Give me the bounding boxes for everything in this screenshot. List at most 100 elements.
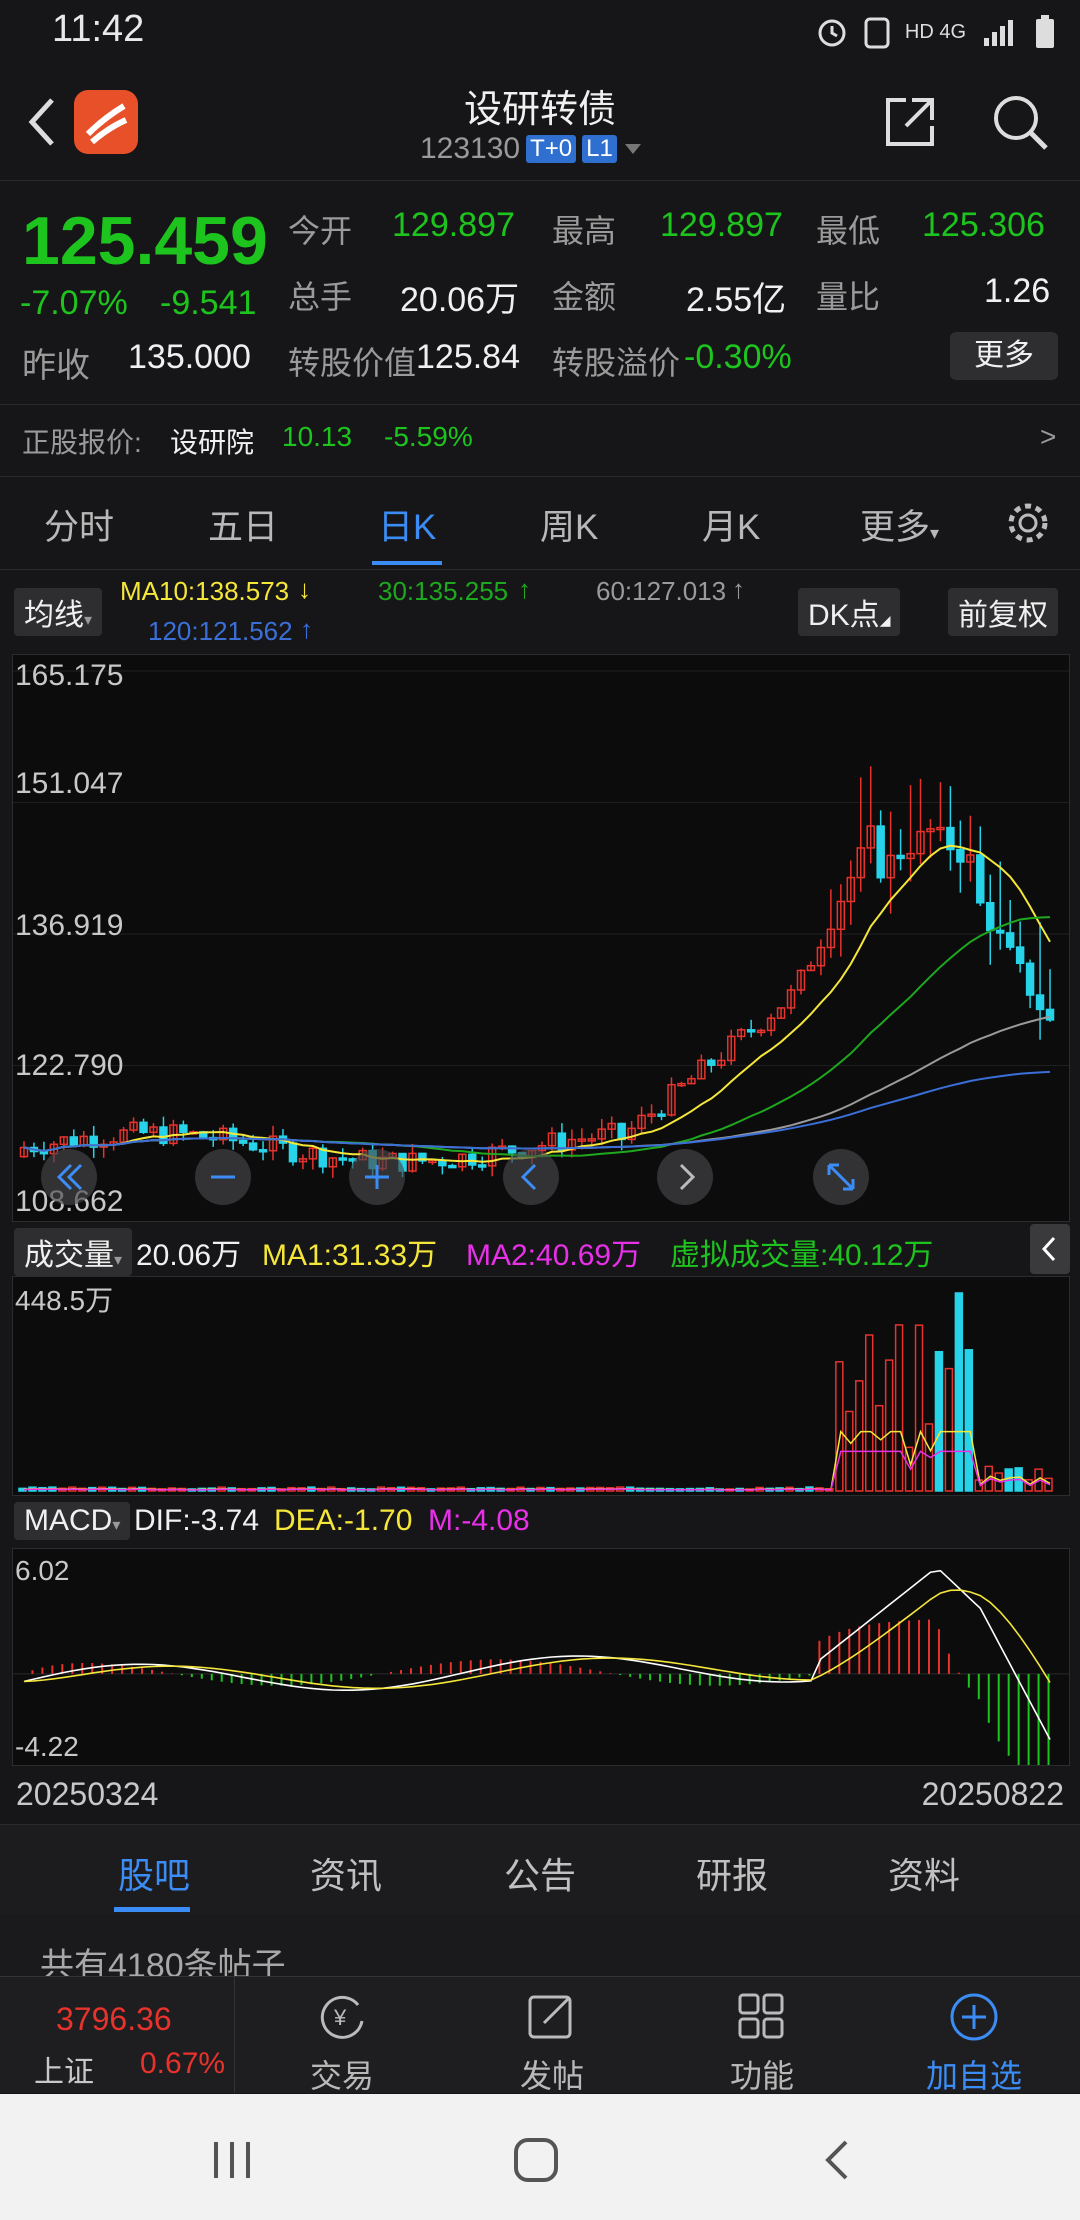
recent-apps-icon[interactable] <box>208 2138 258 2182</box>
search-icon[interactable] <box>990 92 1050 152</box>
premium-label: 转股溢价 <box>552 345 681 381</box>
volume-bar <box>934 1350 944 1492</box>
ma30-up-arrow-icon: ↑ <box>518 574 531 604</box>
candle-body <box>746 1029 756 1033</box>
volume-ma1: MA1:31.33万 <box>262 1239 438 1272</box>
chevron-left-icon <box>520 1163 537 1191</box>
chevron-left-icon <box>1041 1236 1056 1262</box>
kline-y-label-2: 151.047 <box>15 767 124 800</box>
battery-icon <box>1036 15 1054 48</box>
tab-five-day[interactable]: 五日 <box>208 499 278 550</box>
volume-virtual: 虚拟成交量:40.12万 <box>670 1239 934 1272</box>
volume-bar <box>954 1292 964 1492</box>
macd-chart[interactable]: 6.02 -4.22 <box>12 1548 1070 1766</box>
nav-functions-label: 功能 <box>729 2058 794 2094</box>
candle-body <box>69 1136 79 1147</box>
tab-monthly-k[interactable]: 月K <box>702 499 760 550</box>
date-end: 20250822 <box>921 1776 1064 1812</box>
volume-bar <box>884 1359 894 1492</box>
status-time: 11:42 <box>52 8 145 50</box>
tab-daily-k[interactable]: 日K <box>378 499 436 550</box>
ratio-label: 量比 <box>816 279 881 315</box>
ma30-value: 30:135.255 <box>378 576 509 606</box>
macd-legend: MACD▾ DIF:-3.74 DEA:-1.70 M:-4.08 <box>0 1496 1080 1548</box>
tab-news[interactable]: 资讯 <box>310 1847 382 1899</box>
candle-body <box>288 1142 298 1163</box>
index-widget[interactable]: 3796.36 上证 0.67% <box>0 1977 235 2093</box>
plus-circle-icon <box>950 1993 998 2041</box>
recycle-icon <box>864 17 890 49</box>
kline-y-label-1: 165.175 <box>15 659 124 692</box>
volume-chart[interactable]: 448.5万 <box>12 1276 1070 1496</box>
tab-research[interactable]: 研报 <box>696 1847 768 1899</box>
volume-bar <box>964 1349 974 1492</box>
tab-profile[interactable]: 资料 <box>888 1847 960 1899</box>
nav-functions[interactable]: 功能 <box>702 1991 822 2097</box>
amount-label: 金额 <box>552 279 617 315</box>
more-button[interactable]: 更多 <box>950 332 1058 380</box>
ma-selector[interactable]: 均线▾ <box>14 588 103 636</box>
scroll-left-button[interactable] <box>503 1149 559 1205</box>
index-name: 上证 <box>34 2056 94 2089</box>
badge-t0: T+0 <box>526 135 577 163</box>
nav-add-watchlist[interactable]: 加自选 <box>914 1991 1034 2097</box>
post-count-row: 共有4180条帖子 <box>0 1914 1080 1985</box>
yuan-refresh-icon: ¥ <box>320 1995 364 2039</box>
premium-value: -0.30% <box>684 338 792 376</box>
indicator-selector-macd[interactable]: MACD▾ <box>14 1502 131 1540</box>
adjust-button[interactable]: 前复权 <box>948 588 1058 636</box>
volume-value: 20.06万 <box>400 281 520 319</box>
volume-bar <box>894 1324 904 1492</box>
fullscreen-button[interactable] <box>813 1149 869 1205</box>
tab-minute[interactable]: 分时 <box>44 499 114 550</box>
settings-gear-icon[interactable] <box>1004 499 1052 547</box>
collapse-panel-button[interactable] <box>1030 1224 1070 1274</box>
tab-more-label: 更多 <box>860 508 931 547</box>
candle-body <box>1045 1008 1055 1021</box>
macd-dif: DIF:-3.74 <box>134 1504 260 1537</box>
system-back-icon[interactable] <box>818 2136 858 2184</box>
zoom-out-button[interactable] <box>195 1149 251 1205</box>
dk-point-button[interactable]: DK点◢ <box>798 588 901 636</box>
minus-icon <box>211 1175 235 1179</box>
plus-icon <box>365 1165 389 1189</box>
svg-text:¥: ¥ <box>333 2005 347 2030</box>
volume-y-max: 448.5万 <box>15 1285 114 1316</box>
tab-forum[interactable]: 股吧 <box>118 1847 190 1899</box>
tab-more[interactable]: 更多▾ <box>860 499 939 550</box>
caret-down-icon <box>624 144 641 154</box>
candle-body <box>1015 946 1025 965</box>
scroll-right-button[interactable] <box>657 1149 713 1205</box>
nav-add-watchlist-label: 加自选 <box>925 2058 1022 2094</box>
macd-selector-label: MACD <box>24 1504 113 1537</box>
volume-bar <box>835 1361 844 1492</box>
code-row[interactable]: 123130 T+0 L1 <box>420 132 643 166</box>
candle-body <box>617 1122 626 1141</box>
index-change: 0.67% <box>140 2047 226 2080</box>
last-price: 125.459 <box>22 203 268 279</box>
candle-body <box>956 848 965 863</box>
network-label: HD 4G <box>904 20 966 43</box>
ma10-value: MA10:138.573 <box>120 576 290 606</box>
macd-y-max: 6.02 <box>15 1555 70 1586</box>
underlying-row[interactable]: 正股报价: 设研院 10.13 -5.59% > <box>0 404 1080 475</box>
grid-icon <box>738 1993 784 2039</box>
nav-post[interactable]: 发帖 <box>492 1991 612 2097</box>
indicator-selector-volume[interactable]: 成交量▾ <box>14 1228 133 1276</box>
tab-weekly-k[interactable]: 周K <box>540 499 598 550</box>
app-header: 设研转债 123130 T+0 L1 <box>0 64 1080 181</box>
home-icon[interactable] <box>510 2134 562 2186</box>
kline-canvas <box>13 670 1069 1178</box>
tab-announcements[interactable]: 公告 <box>504 1847 576 1899</box>
scroll-start-button[interactable] <box>41 1149 97 1205</box>
dk-point-label: DK点 <box>808 599 880 632</box>
ma120-line <box>23 1070 1051 1152</box>
kline-chart[interactable]: 165.175 151.047 136.919 122.790 108.662 <box>12 654 1070 1222</box>
candle-body <box>657 1113 666 1117</box>
candle-body <box>338 1157 347 1161</box>
volume-selector-label: 成交量 <box>24 1239 114 1272</box>
zoom-in-button[interactable] <box>349 1149 405 1205</box>
macd-dif-line <box>23 1569 1051 1740</box>
nav-trade[interactable]: ¥ 交易 <box>282 1991 402 2097</box>
share-icon[interactable] <box>882 94 938 150</box>
